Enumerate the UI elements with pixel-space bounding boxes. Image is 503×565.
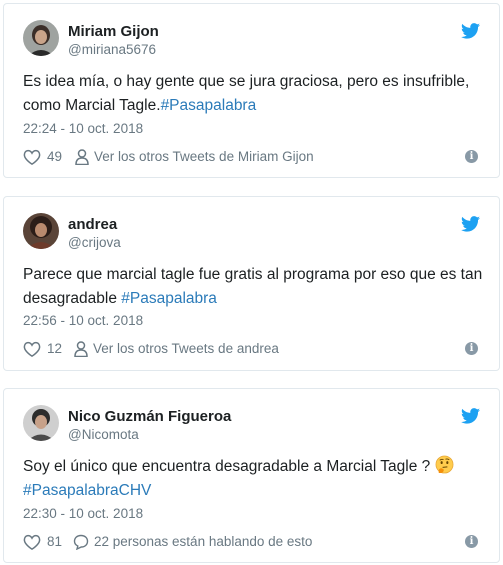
twitter-bird-icon[interactable] bbox=[461, 23, 480, 39]
tweet-body: Soy el único que encuentra desagradable … bbox=[23, 458, 435, 475]
thinking-face-emoji bbox=[435, 455, 454, 474]
like-count[interactable]: 12 bbox=[47, 341, 62, 356]
info-icon[interactable]: i bbox=[465, 150, 478, 163]
author-name[interactable]: andrea bbox=[68, 216, 117, 233]
person-icon bbox=[74, 341, 88, 357]
person-icon bbox=[75, 149, 89, 165]
more-tweets-link[interactable]: Ver los otros Tweets de andrea bbox=[93, 341, 279, 356]
hashtag-link[interactable]: #Pasapalabra bbox=[161, 97, 257, 114]
timestamp[interactable]: 22:56 - 10 oct. 2018 bbox=[23, 313, 143, 328]
info-icon[interactable]: i bbox=[465, 535, 478, 548]
author-handle[interactable]: @crijova bbox=[68, 235, 121, 250]
conversation-link[interactable]: 22 personas están hablando de esto bbox=[94, 534, 312, 549]
tweet-card: Nico Guzmán Figueroa @Nicomota Soy el ún… bbox=[3, 388, 500, 563]
tweet-body: Parece que marcial tagle fue gratis al p… bbox=[23, 266, 483, 307]
comment-bubble-icon bbox=[73, 534, 89, 550]
like-count[interactable]: 81 bbox=[47, 534, 62, 549]
tweet-actions: 12 Ver los otros Tweets de andrea i bbox=[23, 339, 480, 359]
info-icon[interactable]: i bbox=[465, 342, 478, 355]
timestamp[interactable]: 22:24 - 10 oct. 2018 bbox=[23, 121, 143, 136]
like-count[interactable]: 49 bbox=[47, 149, 62, 164]
timestamp[interactable]: 22:30 - 10 oct. 2018 bbox=[23, 506, 143, 521]
tweet-card: Miriam Gijon @miriana5676 Es idea mía, o… bbox=[3, 3, 500, 178]
hashtag-link[interactable]: #PasapalabraCHV bbox=[23, 482, 151, 499]
tweet-card: andrea @crijova Parece que marcial tagle… bbox=[3, 196, 500, 371]
like-heart-icon[interactable] bbox=[23, 534, 41, 550]
tweet-actions: 81 22 personas están hablando de esto i bbox=[23, 532, 480, 552]
avatar[interactable] bbox=[23, 405, 59, 441]
twitter-bird-icon[interactable] bbox=[461, 408, 480, 424]
author-name[interactable]: Miriam Gijon bbox=[68, 23, 159, 40]
avatar[interactable] bbox=[23, 213, 59, 249]
tweet-text: Parece que marcial tagle fue gratis al p… bbox=[23, 263, 483, 310]
more-tweets-link[interactable]: Ver los otros Tweets de Miriam Gijon bbox=[94, 149, 314, 164]
twitter-bird-icon[interactable] bbox=[461, 216, 480, 232]
tweet-text: Soy el único que encuentra desagradable … bbox=[23, 455, 483, 502]
author-handle[interactable]: @Nicomota bbox=[68, 427, 139, 442]
like-heart-icon[interactable] bbox=[23, 149, 41, 165]
tweet-actions: 49 Ver los otros Tweets de Miriam Gijon … bbox=[23, 147, 480, 167]
tweet-text: Es idea mía, o hay gente que se jura gra… bbox=[23, 70, 483, 117]
hashtag-link[interactable]: #Pasapalabra bbox=[121, 290, 217, 307]
author-handle[interactable]: @miriana5676 bbox=[68, 42, 156, 57]
author-name[interactable]: Nico Guzmán Figueroa bbox=[68, 408, 231, 425]
like-heart-icon[interactable] bbox=[23, 341, 41, 357]
avatar[interactable] bbox=[23, 20, 59, 56]
